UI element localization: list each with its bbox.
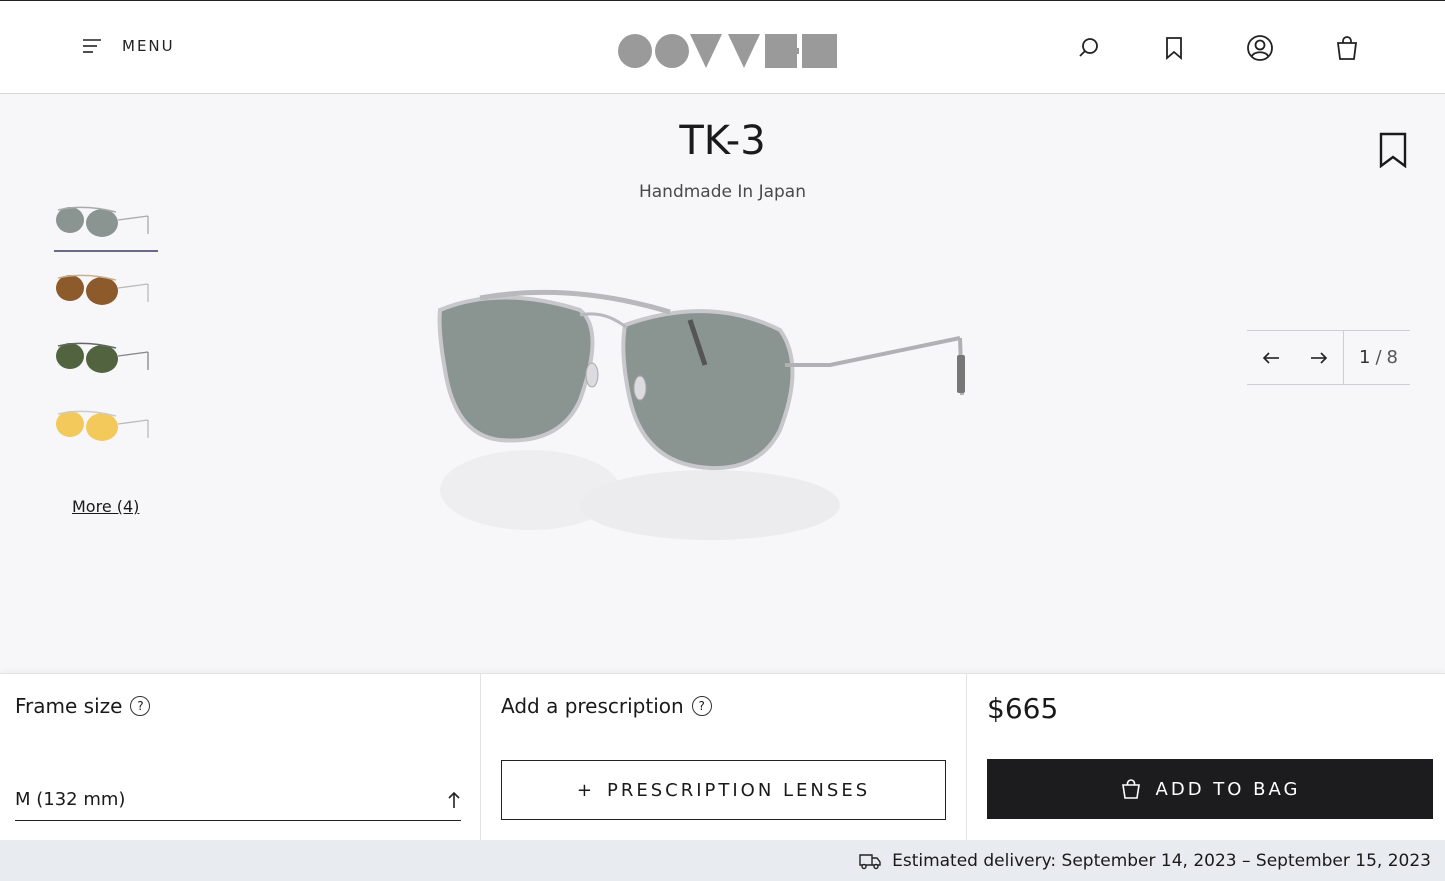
delivery-estimate-text: Estimated delivery: September 14, 2023 –… [892, 850, 1431, 871]
frame-size-help-icon[interactable]: ? [130, 696, 151, 716]
image-pager: 1 / 8 [1343, 330, 1410, 385]
previous-image-button[interactable] [1247, 330, 1295, 385]
sunglasses-thumbnail-image [56, 274, 149, 305]
prescription-lenses-button[interactable]: + PRESCRIPTION LENSES [501, 760, 946, 820]
arrow-left-icon [1262, 351, 1279, 364]
frame-size-value: M (132 mm) [15, 789, 126, 810]
more-variants-link[interactable]: More (4) [72, 497, 139, 516]
brand-logo[interactable] [617, 32, 837, 70]
prescription-button-label: PRESCRIPTION LENSES [606, 779, 871, 801]
wishlist-bookmark-icon[interactable] [1378, 132, 1408, 168]
bookmark-icon[interactable] [1160, 34, 1188, 62]
pager-separator: / [1375, 347, 1382, 368]
product-main-image [437, 289, 965, 540]
image-carousel-controls: 1 / 8 [1247, 330, 1410, 385]
menu-label: MENU [122, 37, 175, 55]
search-icon[interactable] [1075, 34, 1103, 62]
product-price: $665 [987, 692, 1059, 725]
frame-size-select[interactable]: M (132 mm) [15, 779, 461, 821]
purchase-bar: Frame size ? M (132 mm) Add a prescripti… [0, 673, 1445, 841]
shopping-bag-icon [1121, 779, 1140, 799]
frame-size-section: Frame size ? M (132 mm) [0, 674, 481, 841]
prescription-label: Add a prescription [501, 694, 684, 718]
account-icon[interactable] [1246, 34, 1274, 62]
menu-button[interactable]: MENU [82, 37, 175, 55]
variant-thumbnail-brown[interactable] [54, 264, 158, 320]
prescription-help-icon[interactable]: ? [691, 696, 712, 716]
site-header: MENU [0, 0, 1445, 94]
hamburger-icon [83, 39, 101, 53]
arrow-right-icon [1311, 351, 1328, 364]
frame-size-label: Frame size [15, 694, 123, 718]
product-title: TK-3 [679, 118, 766, 164]
variant-thumbnail-grey[interactable] [54, 196, 158, 252]
variant-thumbnail-yellow[interactable] [54, 400, 158, 456]
sunglasses-thumbnail-image [56, 342, 149, 373]
pager-current: 1 [1359, 347, 1371, 368]
sunglasses-thumbnail-image [56, 410, 149, 441]
add-to-bag-label: ADD TO BAG [1155, 778, 1301, 800]
pager-total: 8 [1386, 347, 1398, 368]
variant-thumbnail-green[interactable] [54, 332, 158, 388]
prescription-section: Add a prescription ? + PRESCRIPTION LENS… [481, 674, 967, 841]
delivery-estimate-bar: Estimated delivery: September 14, 2023 –… [0, 840, 1445, 881]
add-to-bag-button[interactable]: ADD TO BAG [987, 759, 1433, 819]
shopping-bag-icon[interactable] [1333, 34, 1361, 62]
arrow-up-icon [448, 791, 460, 808]
delivery-truck-icon [859, 853, 881, 869]
price-section: $665 ADD TO BAG [967, 674, 1445, 841]
frame-size-heading: Frame size ? [15, 694, 151, 718]
next-image-button[interactable] [1295, 330, 1343, 385]
plus-icon: + [576, 779, 595, 801]
sunglasses-thumbnail-image [56, 206, 149, 237]
prescription-heading: Add a prescription ? [501, 694, 712, 718]
product-subtitle: Handmade In Japan [638, 182, 806, 202]
